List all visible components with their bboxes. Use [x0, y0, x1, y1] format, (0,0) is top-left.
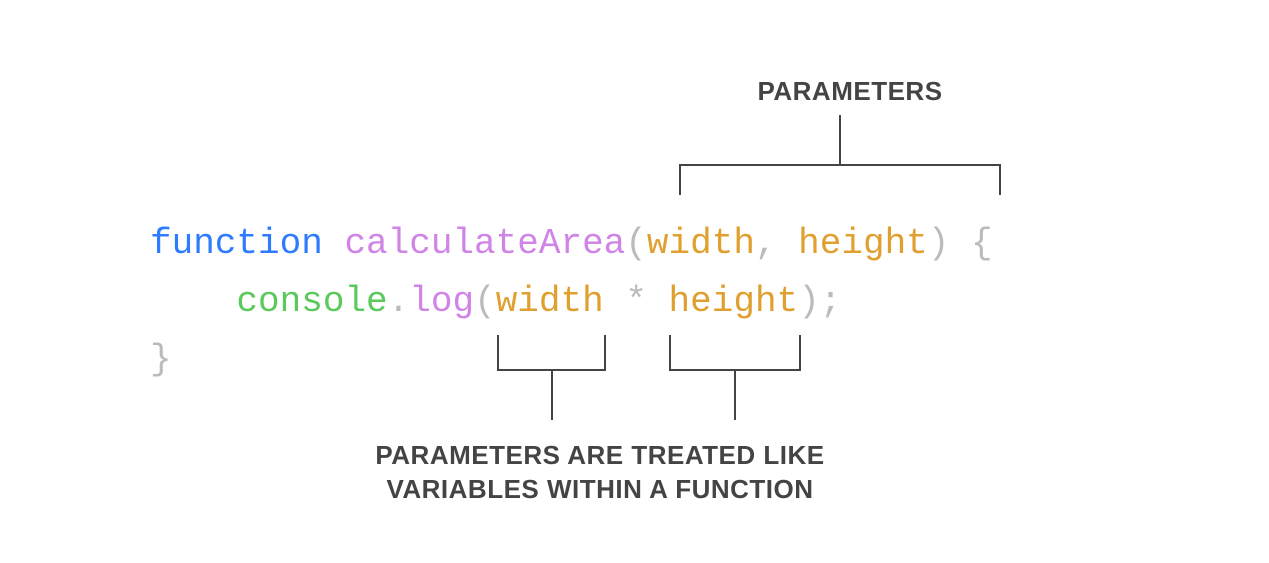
param-width-use: width — [496, 281, 604, 322]
dot: . — [388, 281, 410, 322]
paren-open: ( — [625, 223, 647, 264]
star-operator: * — [604, 281, 669, 322]
parameters-explanation-label: PARAMETERS ARE TREATED LIKE VARIABLES WI… — [290, 438, 910, 506]
log-paren-close: ) — [798, 281, 820, 322]
param-height-decl: height — [798, 223, 928, 264]
log-method: log — [409, 281, 474, 322]
explanation-line-1: PARAMETERS ARE TREATED LIKE — [375, 440, 824, 470]
log-paren-open: ( — [474, 281, 496, 322]
semicolon: ; — [820, 281, 842, 322]
keyword-function: function — [150, 223, 323, 264]
parameters-label: PARAMETERS — [670, 76, 1030, 107]
indent — [150, 281, 236, 322]
param-width-decl: width — [647, 223, 755, 264]
brace-close: } — [150, 339, 172, 380]
code-snippet: function calculateArea(width, height) { … — [150, 215, 993, 389]
brace-open: { — [949, 223, 992, 264]
comma: , — [755, 223, 798, 264]
explanation-line-2: VARIABLES WITHIN A FUNCTION — [386, 474, 813, 504]
console-object: console — [236, 281, 387, 322]
function-name: calculateArea — [344, 223, 625, 264]
paren-close: ) — [928, 223, 950, 264]
param-height-use: height — [669, 281, 799, 322]
